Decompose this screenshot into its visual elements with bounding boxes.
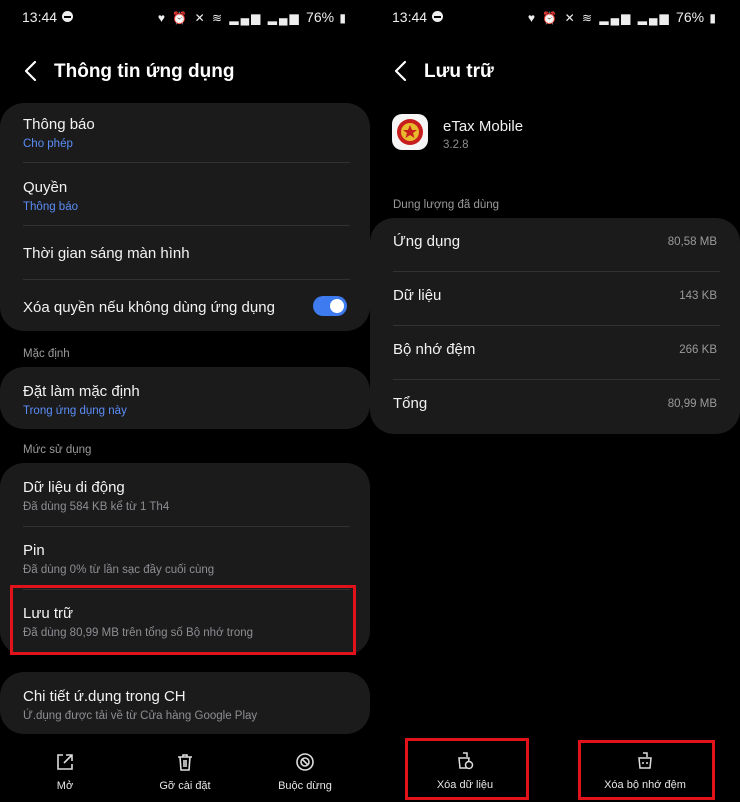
trash-icon: [178, 754, 192, 771]
total-size-row: Tổng 80,99 MB: [393, 395, 717, 415]
header: Lưu trữ: [370, 56, 740, 88]
open-label: Mở: [56, 780, 74, 792]
store-details-item[interactable]: Chi tiết ứ.dụng trong CH Ứ.dụng được tải…: [23, 688, 347, 722]
item-subtitle: Đã dùng 0% từ lần sạc đầy cuối cùng: [23, 564, 215, 576]
storage-screen: 13:44 ♥ ⏰ ✕ ≋ ▂▄▆ ▂▄▆ 76% ▮ Lưu trữ eTax…: [370, 0, 740, 802]
item-subtitle: Ứ.dụng được tải về từ Cửa hàng Google Pl…: [23, 710, 258, 722]
do-not-disturb-icon: [432, 11, 443, 22]
item-title: Dữ liệu di động: [23, 479, 125, 496]
force-stop-label: Buộc dừng: [278, 780, 332, 792]
section-label-usage: Mức sử dụng: [23, 444, 92, 456]
remove-permissions-item[interactable]: Xóa quyền nếu không dùng ứng dụng: [23, 299, 347, 316]
uninstall-label: Gỡ cài đặt: [159, 780, 211, 792]
battery-item[interactable]: Pin Đã dùng 0% từ lần sạc đầy cuối cùng: [23, 542, 347, 576]
open-button[interactable]: Mở: [30, 752, 100, 792]
divider: [393, 379, 720, 380]
item-title: Xóa quyền nếu không dùng ứng dụng: [23, 299, 275, 316]
clear-cache-highlight-box: [578, 740, 715, 800]
permissions-item[interactable]: Quyền Thông báo: [23, 179, 347, 213]
divider: [23, 279, 350, 280]
battery-level: 76%: [676, 9, 705, 25]
status-icons: ♥ ⏰ ✕ ≋ ▂▄▆ ▂▄▆ 76% ▮: [527, 9, 718, 25]
battery-level: 76%: [306, 9, 335, 25]
cache-size-row: Bộ nhớ đệm 266 KB: [393, 341, 717, 361]
divider: [23, 225, 350, 226]
force-stop-button[interactable]: Buộc dừng: [265, 752, 345, 792]
store-card: Chi tiết ứ.dụng trong CH Ứ.dụng được tải…: [0, 672, 370, 734]
do-not-disturb-icon: [62, 11, 73, 22]
app-info-screen: 13:44 ♥ ⏰ ✕ ≋ ▂▄▆ ▂▄▆ 76% ▮ Thông tin ứn…: [0, 0, 370, 802]
section-label-used: Dung lượng đã dùng: [393, 199, 500, 211]
row-value: 80,58 MB: [667, 236, 717, 248]
page-title: Lưu trữ: [424, 61, 494, 82]
status-bar: 13:44 ♥ ⏰ ✕ ≋ ▂▄▆ ▂▄▆ 76% ▮: [0, 8, 370, 26]
status-icons: ♥ ⏰ ✕ ≋ ▂▄▆ ▂▄▆ 76% ▮: [157, 9, 348, 25]
item-subtitle: Thông báo: [23, 201, 78, 213]
back-arrow-icon[interactable]: [392, 60, 410, 82]
app-name: eTax Mobile: [443, 118, 524, 135]
item-title: Chi tiết ứ.dụng trong CH: [23, 688, 186, 705]
row-label: Dữ liệu: [393, 287, 442, 304]
status-time: 13:44: [392, 9, 428, 25]
row-value: 266 KB: [679, 344, 717, 356]
set-default-item[interactable]: Đặt làm mặc định Trong ứng dụng này: [23, 383, 347, 417]
mobile-data-item[interactable]: Dữ liệu di động Đã dùng 584 KB kể từ 1 T…: [23, 479, 347, 513]
item-title: Pin: [23, 542, 45, 559]
row-label: Tổng: [393, 395, 428, 412]
item-subtitle: Trong ứng dụng này: [23, 405, 127, 417]
divider: [393, 325, 720, 326]
settings-card: Thông báo Cho phép Quyền Thông báo Thời …: [0, 103, 370, 331]
status-time: 13:44: [22, 9, 58, 25]
default-card: Đặt làm mặc định Trong ứng dụng này: [0, 367, 370, 429]
open-external-icon: [57, 754, 73, 770]
item-title: Thông báo: [23, 116, 95, 133]
status-bar: 13:44 ♥ ⏰ ✕ ≋ ▂▄▆ ▂▄▆ 76% ▮: [370, 8, 740, 26]
storage-usage-card: Ứng dụng 80,58 MB Dữ liệu 143 KB Bộ nhớ …: [370, 218, 740, 434]
row-value: 80,99 MB: [667, 398, 717, 410]
header: Thông tin ứng dụng: [0, 56, 370, 88]
item-title: Đặt làm mặc định: [23, 383, 140, 400]
item-title: Quyền: [23, 179, 68, 196]
notifications-item[interactable]: Thông báo Cho phép: [23, 116, 347, 150]
divider: [23, 526, 350, 527]
app-size-row: Ứng dụng 80,58 MB: [393, 233, 717, 253]
uninstall-button[interactable]: Gỡ cài đặt: [145, 752, 225, 792]
item-subtitle: Cho phép: [23, 138, 73, 150]
section-label-default: Mặc định: [23, 348, 70, 360]
app-version: 3.2.8: [443, 139, 469, 151]
etax-app-icon: [392, 114, 428, 150]
item-subtitle: Đã dùng 584 KB kể từ 1 Th4: [23, 501, 170, 513]
row-value: 143 KB: [679, 290, 717, 302]
clear-data-highlight-box: [405, 738, 529, 800]
screen-time-item[interactable]: Thời gian sáng màn hình: [23, 245, 347, 262]
storage-highlight-box: [10, 585, 356, 655]
row-label: Bộ nhớ đệm: [393, 341, 476, 358]
page-title: Thông tin ứng dụng: [54, 61, 235, 82]
remove-permissions-toggle[interactable]: [313, 296, 347, 316]
row-label: Ứng dụng: [393, 233, 461, 250]
data-size-row: Dữ liệu 143 KB: [393, 287, 717, 307]
back-arrow-icon[interactable]: [22, 60, 40, 82]
stop-icon: [296, 753, 314, 771]
divider: [23, 162, 350, 163]
divider: [393, 271, 720, 272]
item-title: Thời gian sáng màn hình: [23, 245, 190, 262]
